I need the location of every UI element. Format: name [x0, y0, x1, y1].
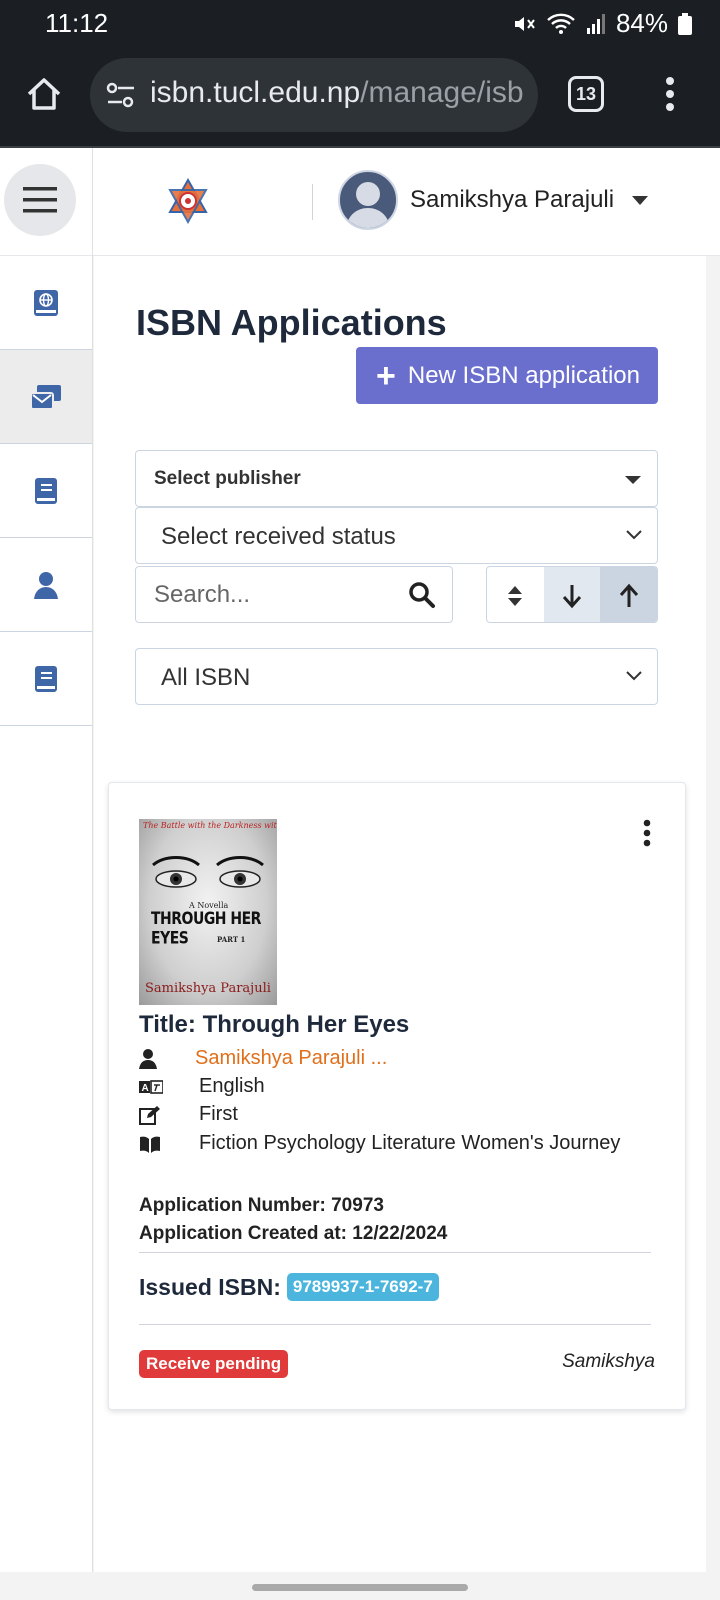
browser-menu-icon[interactable]	[664, 76, 676, 112]
sort-ascending-button[interactable]	[600, 567, 657, 622]
book-cover-image[interactable]: The Battle with the Darkness within A No…	[139, 819, 277, 1005]
issued-isbn: Issued ISBN: 9789937-1-7692-7	[139, 1273, 439, 1301]
header-divider	[92, 148, 93, 256]
globe-book-icon	[34, 289, 58, 316]
sort-icon	[508, 585, 523, 606]
mail-tray-icon	[30, 384, 61, 410]
sidebar	[0, 256, 93, 1572]
sidebar-item-catalog[interactable]	[0, 632, 92, 726]
menu-toggle-button[interactable]	[4, 164, 76, 236]
open-book-icon	[140, 1136, 160, 1153]
edit-icon	[139, 1105, 160, 1125]
arrow-down-icon	[562, 584, 582, 608]
cover-tagline: The Battle with the Darkness within	[143, 821, 277, 830]
application-created-date: Application Created at: 12/22/2024	[139, 1223, 448, 1244]
sort-button-group	[486, 566, 658, 623]
chevron-down-icon	[626, 530, 642, 540]
status-bar: 11:12 84%	[0, 0, 720, 46]
sort-toggle-button[interactable]	[487, 567, 544, 622]
battery-icon	[678, 12, 692, 35]
publisher-select-label: Select publisher	[154, 468, 301, 489]
header-separator	[312, 184, 313, 220]
caret-down-icon	[625, 476, 641, 484]
app-header: Samikshya Parajuli	[0, 148, 720, 256]
url-text: isbn.tucl.edu.np/manage/isb	[150, 76, 524, 110]
battery-percent: 84%	[615, 8, 668, 38]
divider	[139, 1324, 651, 1325]
home-gesture-bar[interactable]	[252, 1584, 468, 1591]
sidebar-item-profile[interactable]	[0, 538, 92, 632]
genres-value: Fiction Psychology Literature Women's Jo…	[199, 1132, 621, 1154]
mute-icon	[514, 16, 535, 31]
caret-down-icon[interactable]	[632, 196, 648, 206]
search-box	[135, 566, 453, 623]
search-icon[interactable]	[408, 581, 436, 609]
application-number: Application Number: 70973	[139, 1195, 384, 1216]
chevron-down-icon	[626, 671, 642, 681]
avatar-silhouette-icon	[346, 182, 390, 228]
address-bar[interactable]: isbn.tucl.edu.np/manage/isb	[90, 58, 538, 132]
new-isbn-application-button[interactable]: + New ISBN application	[356, 347, 658, 404]
main-content: ISBN Applications + New ISBN application…	[94, 256, 706, 1572]
book-icon	[35, 477, 57, 504]
received-status-select[interactable]: Select received status	[135, 507, 658, 564]
page-title: ISBN Applications	[136, 302, 447, 343]
sidebar-item-books[interactable]	[0, 444, 92, 538]
clock: 11:12	[45, 8, 109, 38]
system-nav-bar	[0, 1572, 720, 1600]
owner-name: Samikshya	[562, 1351, 655, 1372]
browser-toolbar: isbn.tucl.edu.np/manage/isb 13	[0, 46, 720, 148]
edition-value: First	[199, 1103, 238, 1125]
svg-text:A: A	[142, 1083, 149, 1094]
publisher-select[interactable]: Select publisher	[135, 450, 658, 507]
cover-part: PART 1	[217, 935, 246, 944]
user-icon	[139, 1048, 157, 1069]
hamburger-icon	[23, 187, 57, 213]
url-path: /manage/isb	[360, 76, 524, 109]
tucl-logo-icon[interactable]	[166, 178, 210, 224]
avatar[interactable]	[338, 170, 398, 230]
site-settings-icon[interactable]	[104, 78, 138, 112]
cover-title: THROUGH HER EYES	[151, 909, 261, 949]
sort-descending-button[interactable]	[543, 567, 601, 622]
cover-author: Samikshya Parajuli	[145, 981, 271, 996]
book-icon	[35, 665, 57, 692]
search-input[interactable]	[154, 581, 394, 609]
genre-row: Fiction Psychology Literature Women's Jo…	[139, 1132, 620, 1155]
tab-switcher-button[interactable]: 13	[568, 76, 604, 112]
language-value: English	[199, 1075, 265, 1097]
edition-row: First	[139, 1103, 238, 1126]
language-row: A English	[139, 1075, 265, 1098]
home-icon[interactable]	[24, 74, 64, 114]
status-badge: Receive pending	[139, 1350, 289, 1378]
wifi-icon	[547, 13, 575, 34]
user-icon	[34, 571, 58, 599]
language-icon: A	[139, 1079, 163, 1094]
divider	[139, 1252, 651, 1253]
cover-novella: A Novella	[189, 901, 229, 910]
user-name[interactable]: Samikshya Parajuli	[410, 186, 614, 214]
cover-eyes-illustration	[152, 856, 264, 888]
isbn-filter-select[interactable]: All ISBN	[135, 648, 658, 705]
issued-isbn-label: Issued ISBN:	[139, 1273, 281, 1300]
sidebar-item-isbn-portal[interactable]	[0, 256, 92, 350]
sidebar-item-applications[interactable]	[0, 350, 92, 444]
book-title: Title: Through Her Eyes	[139, 1011, 410, 1038]
card-menu-icon[interactable]	[643, 819, 651, 847]
isbn-badge: 9789937-1-7692-7	[286, 1273, 439, 1301]
author-row: Samikshya Parajuli ...	[139, 1047, 387, 1070]
signal-icon	[586, 13, 605, 34]
application-card: The Battle with the Darkness within A No…	[108, 782, 686, 1410]
isbn-filter-label: All ISBN	[161, 664, 251, 691]
status-icons: 84%	[512, 8, 692, 39]
arrow-up-icon	[619, 583, 638, 607]
author-link[interactable]: Samikshya Parajuli ...	[195, 1047, 387, 1070]
received-status-label: Select received status	[161, 523, 396, 550]
url-host: isbn.tucl.edu.np	[150, 76, 361, 109]
new-button-label: New ISBN application	[407, 361, 640, 389]
plus-icon: +	[376, 356, 396, 395]
